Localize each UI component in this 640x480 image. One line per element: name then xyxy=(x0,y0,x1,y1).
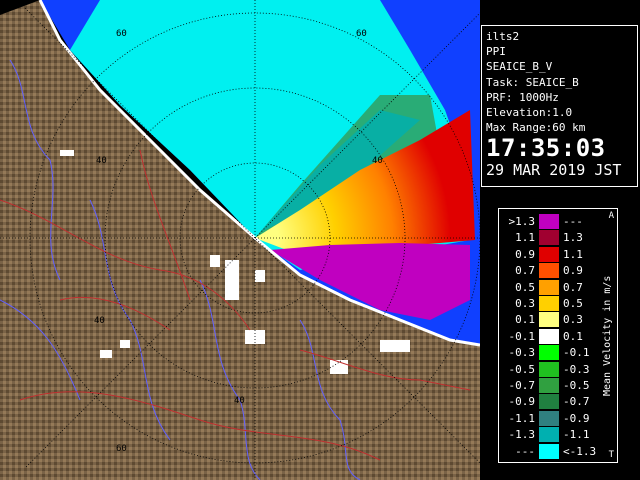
legend-low-value: 0.7 xyxy=(515,264,535,278)
legend-cap-top: A xyxy=(608,211,614,221)
legend-high-value: 0.9 xyxy=(563,264,583,278)
legend-high-value: -0.3 xyxy=(563,362,590,376)
legend-swatch xyxy=(539,296,559,311)
legend-row: 0.9 1.1 xyxy=(499,246,599,262)
legend-low-value: 0.1 xyxy=(515,313,535,327)
prf: PRF: 1000Hz xyxy=(486,90,559,104)
legend-swatch xyxy=(539,378,559,393)
legend-low-value: 0.3 xyxy=(515,297,535,310)
legend-swatch xyxy=(539,427,559,443)
legend-swatch xyxy=(539,312,559,328)
legend-high-value: 0.7 xyxy=(563,280,583,294)
legend-high-value: 0.3 xyxy=(563,313,583,327)
legend-row: 0.5 0.7 xyxy=(499,279,599,295)
range-label: 60 xyxy=(116,29,127,39)
legend-low-value: 1.1 xyxy=(515,231,535,245)
legend-low-value: >1.3 xyxy=(508,215,536,228)
legend-high-value: <-1.3 xyxy=(563,444,597,458)
legend-title: Mean Velocity in m/s xyxy=(602,275,613,396)
legend-row: -0.3 -0.1 xyxy=(499,345,599,361)
legend-low-value: -0.1 xyxy=(508,329,536,343)
legend-high-value: -0.5 xyxy=(563,379,590,392)
legend-swatch xyxy=(539,394,559,410)
legend-row: -1.3 -1.1 xyxy=(499,427,599,443)
legend-swatch xyxy=(539,361,559,377)
legend-low-value: 0.5 xyxy=(515,280,535,294)
range-label: 40 xyxy=(96,156,107,166)
legend-low-value: -0.7 xyxy=(508,379,536,392)
legend-low-value: -0.9 xyxy=(508,395,536,409)
legend-low-value: -1.3 xyxy=(508,428,536,442)
legend-swatch xyxy=(539,214,559,229)
legend-high-value: -0.1 xyxy=(563,346,590,360)
scan-date: 29 MAR 2019 JST xyxy=(486,161,622,180)
range-label: 60 xyxy=(356,29,367,39)
legend-high-value: --- xyxy=(563,215,583,228)
legend-swatch xyxy=(539,246,559,262)
range-label: 40 xyxy=(372,156,383,166)
legend-low-value: 0.9 xyxy=(515,247,535,261)
range-label: 40 xyxy=(94,316,105,326)
task-name: Task: SEAICE_B xyxy=(486,75,579,89)
legend-row: -1.1 -0.9 xyxy=(499,410,599,426)
legend-high-value: 0.1 xyxy=(563,329,583,343)
legend-row: --- <-1.3 xyxy=(499,443,599,459)
velocity-legend: Mean Velocity in m/s A T >1.3 --- 1.1 1.3 0.… xyxy=(498,208,618,463)
radar-ppi-map: 60 60 40 40 40 40 60 xyxy=(0,0,480,480)
legend-row: 0.7 0.9 xyxy=(499,263,599,279)
elevation: Elevation:1.0 xyxy=(486,106,573,120)
legend-low-value: -0.3 xyxy=(508,346,536,360)
legend-row: 1.1 1.3 xyxy=(499,230,599,246)
radar-name: ilts2 xyxy=(486,30,520,43)
legend-swatch xyxy=(539,345,559,361)
legend-high-value: 1.1 xyxy=(563,247,583,261)
legend-cap-bottom: T xyxy=(608,450,614,460)
range-label: 40 xyxy=(234,396,245,406)
legend-low-value: -0.5 xyxy=(508,362,536,376)
legend-low-value: -1.1 xyxy=(508,411,536,425)
scan-info-panel: ilts2 PPI SEAICE_B_V Task: SEAICE_B PRF:… xyxy=(481,25,638,187)
legend-swatch xyxy=(539,279,559,295)
legend-row: -0.7 -0.5 xyxy=(499,378,599,393)
legend-swatch xyxy=(539,443,559,459)
legend-high-value: 1.3 xyxy=(563,231,583,245)
legend-low-value: --- xyxy=(515,444,535,458)
legend-row: 0.3 0.5 xyxy=(499,296,599,311)
legend-row: -0.5 -0.3 xyxy=(499,361,599,377)
legend-swatch xyxy=(539,263,559,279)
max-range: Max Range:60 km xyxy=(486,121,586,135)
legend-swatch xyxy=(539,230,559,246)
legend-row: -0.1 0.1 xyxy=(499,328,599,344)
product-type: PPI xyxy=(486,45,506,59)
legend-high-value: -0.9 xyxy=(563,411,590,425)
legend-swatch xyxy=(539,328,559,344)
legend-high-value: -1.1 xyxy=(563,428,590,442)
legend-row: -0.9 -0.7 xyxy=(499,394,599,410)
product-name: SEAICE_B_V xyxy=(486,60,553,74)
scan-time: 17:35:03 xyxy=(486,134,606,163)
legend-high-value: -0.7 xyxy=(563,395,590,409)
legend-row: 0.1 0.3 xyxy=(499,312,599,328)
legend-row: >1.3 --- xyxy=(499,214,599,229)
legend-high-value: 0.5 xyxy=(563,297,583,310)
range-label: 60 xyxy=(116,444,127,454)
legend-swatch xyxy=(539,410,559,426)
